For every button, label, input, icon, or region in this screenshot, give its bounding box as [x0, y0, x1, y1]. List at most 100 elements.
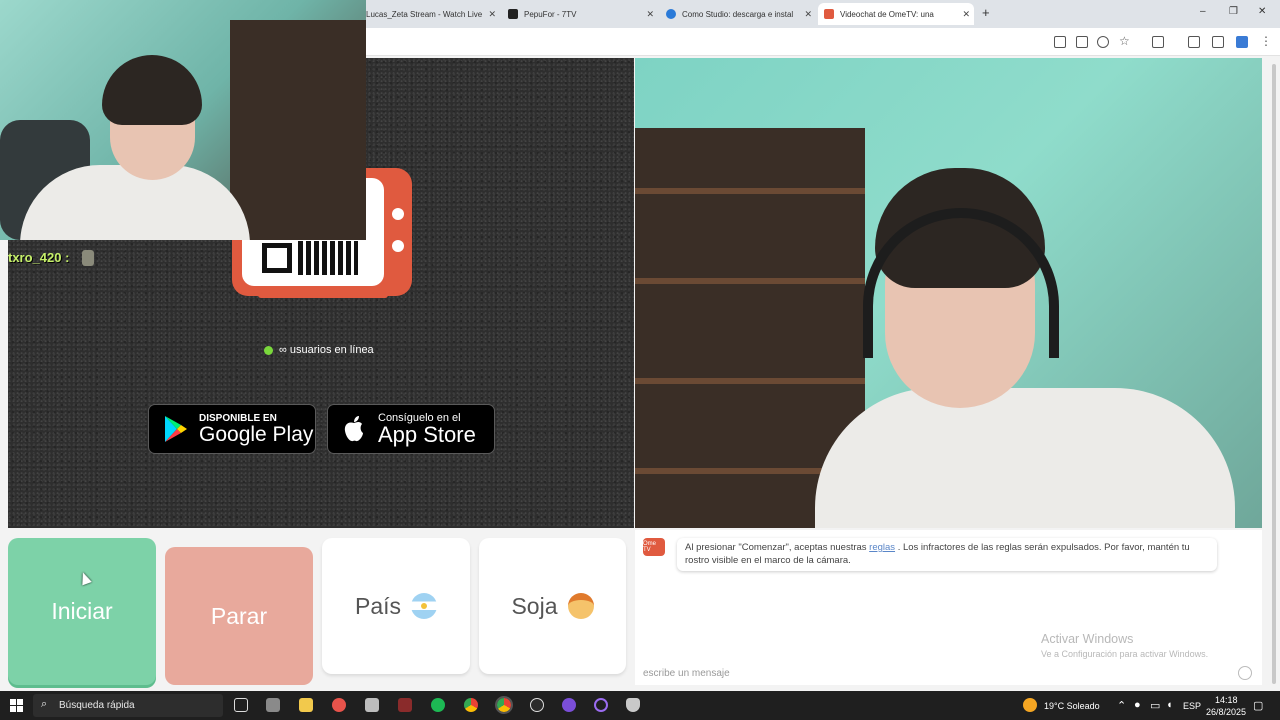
tray-microphone-icon[interactable]: ● — [1134, 699, 1141, 711]
apple-icon — [344, 416, 363, 442]
extensions-icon[interactable] — [1152, 36, 1164, 48]
close-tab-icon[interactable]: ✕ — [804, 9, 812, 20]
bookmark-star-icon[interactable]: ☆ — [1119, 34, 1131, 48]
taskbar-search-box[interactable]: ⌕ Búsqueda rápida — [33, 694, 223, 717]
search-placeholder: Búsqueda rápida — [59, 700, 135, 711]
cast-icon[interactable] — [1054, 36, 1066, 48]
app-icon[interactable] — [266, 698, 280, 712]
rules-notice: Al presionar "Comenzar", aceptas nuestra… — [677, 538, 1217, 571]
online-users-indicator: ∞ usuarios en línea — [264, 344, 374, 356]
task-view-icon[interactable] — [234, 698, 248, 712]
obs-app-icon[interactable] — [398, 698, 412, 712]
hide-eye-icon[interactable] — [1097, 36, 1109, 48]
notice-text-before: Al presionar "Comenzar", aceptas nuestra… — [685, 542, 867, 553]
7tv-favicon-icon — [508, 9, 518, 19]
qr-finder — [262, 243, 292, 273]
search-icon: ⌕ — [41, 698, 48, 710]
start-button[interactable]: Iniciar — [8, 538, 156, 685]
tv-knob-icon — [392, 208, 404, 220]
browser-menu-icon[interactable]: ⋮ — [1260, 34, 1272, 48]
ometv-logo-icon: Ome TV — [643, 538, 665, 556]
weather-sun-icon[interactable] — [1023, 698, 1037, 712]
tray-volume-icon[interactable]: ◖ — [1166, 699, 1173, 711]
qr-code[interactable] — [262, 238, 360, 278]
argentina-flag-icon — [411, 593, 438, 619]
page-scrollbar-thumb[interactable] — [1272, 64, 1276, 684]
tab-title: Como Studio: descarga e instal — [682, 9, 794, 19]
tab-pepufor-7tv[interactable]: PepuFor - 7TV ✕ — [502, 3, 658, 25]
app-store-big-text: App Store — [378, 421, 476, 447]
activate-windows-watermark: Activar Windows Ve a Configuración para … — [1041, 632, 1208, 659]
online-status-dot — [264, 345, 273, 355]
minimize-button[interactable]: – — [1200, 6, 1206, 17]
tray-chevron-up-icon[interactable]: ⌃ — [1117, 699, 1126, 712]
new-tab-button[interactable]: + — [982, 5, 990, 20]
shelf — [230, 20, 366, 240]
country-button[interactable]: País — [322, 538, 470, 674]
download-icon[interactable] — [1188, 36, 1200, 48]
qr-pattern — [298, 241, 358, 275]
tab-title: PepuFor - 7TV — [524, 9, 577, 19]
windows-taskbar: ⌕ Búsqueda rápida 19°C Soleado ⌃ ● ▭ ◖ E… — [0, 691, 1280, 720]
twitch-app-icon[interactable] — [562, 698, 576, 712]
tab-title: Videochat de OmeTV: una — [840, 9, 934, 19]
app-store-badge[interactable]: Consíguelo en el App Store — [327, 404, 495, 454]
person-video — [815, 168, 1235, 528]
translate-icon[interactable] — [1076, 36, 1088, 48]
profile-avatar[interactable] — [1236, 36, 1248, 48]
tab-lucas-zeta-stream[interactable]: Lucas_Zeta Stream - Watch Live ✕ — [360, 3, 500, 25]
chat-badge-icon — [82, 250, 94, 266]
tab-videochat-ometv[interactable]: Videochat de OmeTV: una ✕ — [818, 3, 974, 25]
google-play-big-text: Google Play — [199, 422, 314, 446]
tv-knob-icon — [392, 240, 404, 252]
microphone-app-icon[interactable] — [332, 698, 346, 712]
close-tab-icon[interactable]: ✕ — [488, 9, 496, 20]
spotify-icon[interactable] — [431, 698, 445, 712]
activate-windows-subtitle: Ve a Configuración para activar Windows. — [1041, 649, 1209, 659]
boy-emoji-icon — [567, 593, 594, 619]
globe-favicon-icon — [666, 9, 676, 19]
shield-icon[interactable] — [626, 698, 640, 712]
close-tab-icon[interactable]: ✕ — [646, 9, 654, 20]
google-play-icon — [165, 416, 187, 442]
tv-stand — [258, 292, 388, 298]
chat-panel: Ome TV Al presionar "Comenzar", aceptas … — [635, 530, 1262, 685]
emoji-picker-icon[interactable] — [1238, 666, 1252, 680]
message-input[interactable]: escribe un mensaje — [643, 668, 730, 679]
notification-icon[interactable]: ▢ — [1253, 699, 1263, 712]
remote-video-area — [635, 58, 1262, 528]
file-explorer-icon[interactable] — [299, 698, 313, 712]
country-label: País — [354, 592, 402, 619]
app-icon[interactable] — [365, 698, 379, 712]
app-icon[interactable] — [594, 698, 608, 712]
windows-start-icon[interactable] — [10, 699, 23, 712]
app-icon[interactable] — [530, 698, 544, 712]
close-tab-icon[interactable]: ✕ — [962, 9, 970, 20]
stop-label: Parar — [210, 602, 268, 629]
reading-list-icon[interactable] — [1212, 36, 1224, 48]
gender-button[interactable]: Soja — [479, 538, 626, 674]
google-play-small-text: DISPONIBLE EN — [199, 412, 277, 424]
streamer-webcam-overlay — [0, 0, 366, 240]
start-label: Iniciar — [51, 598, 113, 624]
google-play-badge[interactable]: DISPONIBLE EN Google Play — [148, 404, 316, 454]
tab-title: Lucas_Zeta Stream - Watch Live — [366, 9, 483, 19]
rules-link[interactable]: reglas — [869, 542, 895, 553]
close-window-button[interactable]: ✕ — [1258, 6, 1266, 17]
clock-date[interactable]: 26/8/2025 — [1206, 707, 1246, 717]
ometv-favicon-icon — [824, 9, 834, 19]
language-indicator[interactable]: ESP — [1183, 701, 1201, 711]
chrome-active-icon[interactable] — [495, 696, 513, 714]
activate-windows-title: Activar Windows — [1041, 632, 1134, 646]
online-users-text: ∞ usuarios en línea — [279, 344, 374, 356]
tab-como-studio[interactable]: Como Studio: descarga e instal ✕ — [660, 3, 816, 25]
clock-time[interactable]: 14:18 — [1215, 695, 1238, 705]
person-hair — [102, 55, 202, 125]
gender-label: Soja — [511, 592, 558, 619]
weather-text[interactable]: 19°C Soleado — [1044, 701, 1100, 711]
tray-network-icon[interactable]: ▭ — [1150, 699, 1160, 712]
stop-button[interactable]: Parar — [165, 547, 313, 685]
chrome-icon[interactable] — [464, 698, 478, 712]
maximize-button[interactable]: ❐ — [1229, 6, 1238, 17]
person-shirt — [815, 388, 1235, 528]
